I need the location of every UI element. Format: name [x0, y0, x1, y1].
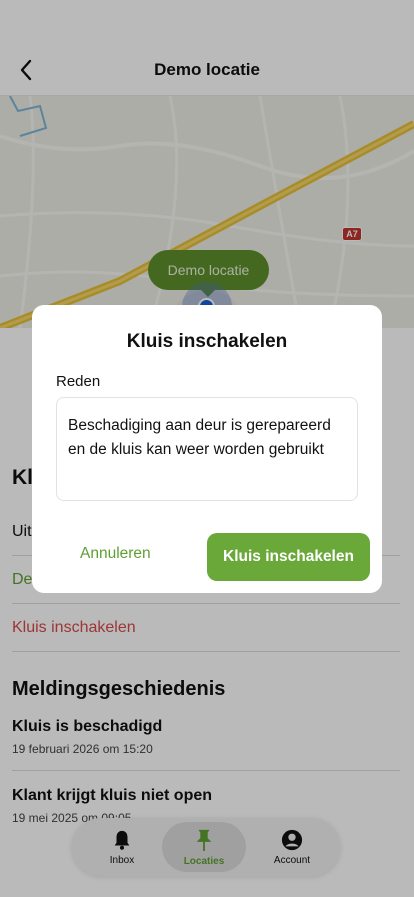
- enable-kluis-dialog: Kluis inschakelen Reden Beschadiging aan…: [32, 305, 382, 593]
- enable-kluis-button[interactable]: Kluis inschakelen: [207, 533, 370, 581]
- cancel-button[interactable]: Annuleren: [80, 545, 151, 563]
- dialog-title: Kluis inschakelen: [126, 331, 288, 352]
- reason-input[interactable]: Beschadiging aan deur is gerepareerd en …: [56, 397, 358, 501]
- reason-label: Reden: [56, 373, 101, 390]
